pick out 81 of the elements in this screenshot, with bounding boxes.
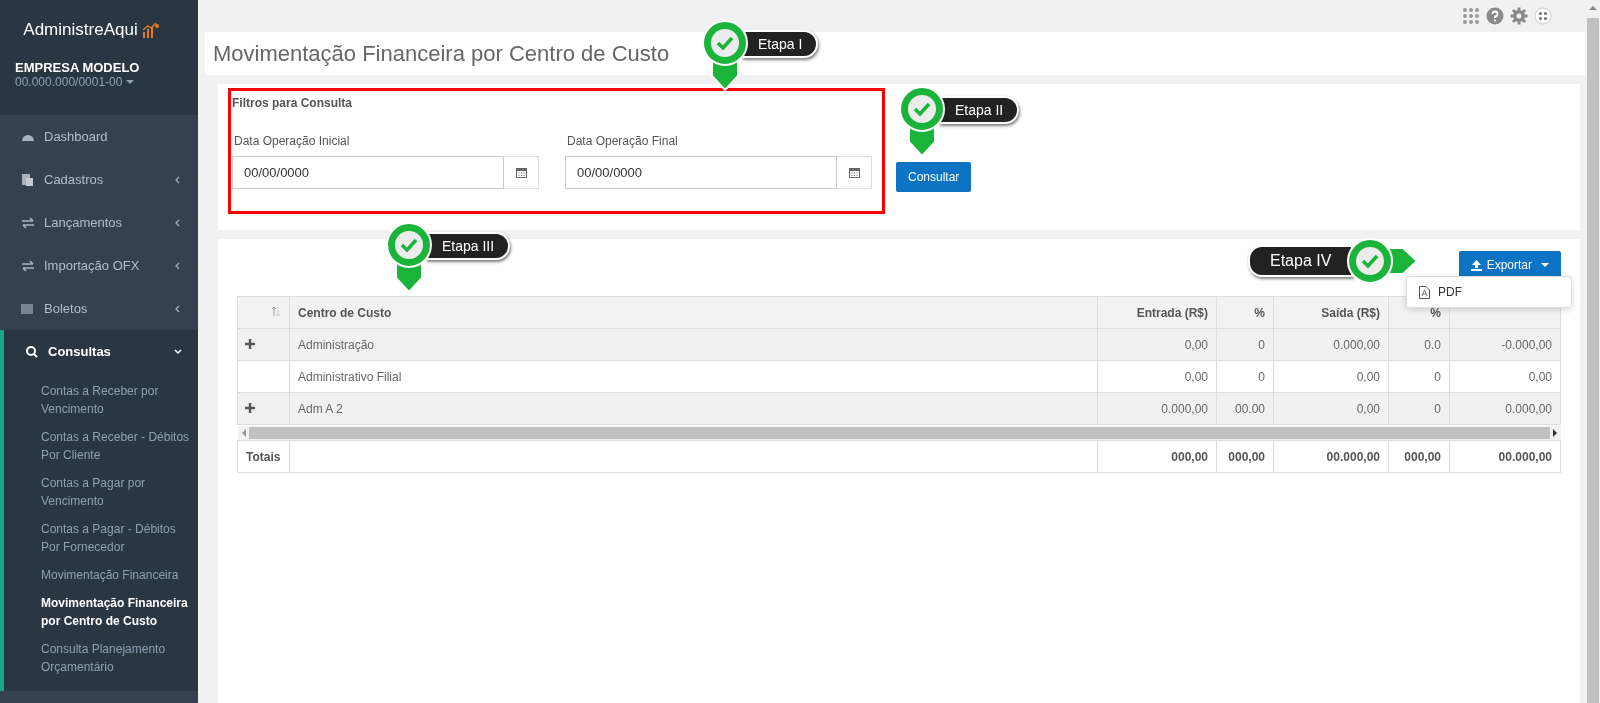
page-title: Movimentação Financeira por Centro de Custo [213, 40, 670, 67]
submenu-item[interactable]: Movimentação Financeira [4, 561, 198, 589]
table-cell: 0,00 [1097, 328, 1217, 361]
chevron-down-icon [174, 347, 182, 356]
submenu-item[interactable]: Contas a Receber - Débitos Por Cliente [4, 423, 198, 469]
horizontal-scrollbar[interactable] [237, 425, 1561, 440]
table-cell: 0,00 [1097, 360, 1217, 393]
calendar-icon [848, 167, 860, 178]
apps-grid-icon[interactable] [1462, 7, 1480, 25]
submenu-item[interactable]: Movimentação Financeira por Centro de Custo [4, 589, 198, 635]
total-cell: 000,00 [1388, 440, 1450, 473]
transfer-arrows-icon [21, 259, 35, 272]
pdf-menu-item[interactable]: PDF [1419, 285, 1559, 299]
menu-item[interactable]: Importação OFX [0, 244, 198, 287]
table-cell: 0,00 [1449, 360, 1561, 393]
table-cell: 0 [1216, 360, 1274, 393]
company-selector[interactable]: 00.000.000/0001-00 [15, 75, 198, 89]
field-label: Data Operação Final [566, 134, 679, 148]
table-cell: 0.000,00 [1097, 392, 1217, 425]
menu-item[interactable]: Lançamentos [0, 201, 198, 244]
expand-plus-icon[interactable] [245, 338, 255, 349]
chart-logo-icon [141, 22, 160, 38]
table-cell: 0.000,00 [1449, 392, 1561, 425]
table-cell: Adm A 2 [289, 392, 1098, 425]
step-label: Etapa III [426, 232, 511, 260]
chevron-left-icon [174, 261, 182, 270]
table-cell: 0,00 [1273, 392, 1389, 425]
menu-item[interactable]: Cadastros [0, 158, 198, 201]
column-header[interactable]: % [1216, 296, 1274, 329]
chevron-left-icon [174, 304, 182, 313]
column-header[interactable]: Centro de Custo [289, 296, 1098, 329]
consult-button[interactable]: Consultar [896, 162, 972, 192]
documents-icon [21, 173, 35, 186]
expand-plus-icon[interactable] [245, 402, 255, 413]
settings-icon[interactable] [1510, 7, 1528, 25]
dots-menu-icon[interactable] [1534, 7, 1552, 25]
calendar-button[interactable] [837, 156, 872, 189]
table-cell: 0.0 [1388, 328, 1450, 361]
field-label: Data Operação Inicial [233, 134, 351, 148]
step-label: Etapa I [742, 30, 819, 58]
pdf-file-icon [1419, 285, 1430, 299]
total-cell: 000,00 [1097, 440, 1217, 473]
submenu-item[interactable]: Consulta Planejamento Orçamentário [4, 635, 198, 681]
date-input-field[interactable]: 00/00/0000 [232, 156, 504, 189]
table-cell: Administrativo Filial [289, 360, 1098, 393]
column-header[interactable]: Saída (R$) [1273, 296, 1389, 329]
help-icon[interactable] [1486, 7, 1504, 25]
submenu-item[interactable]: Contas a Pagar por Vencimento [4, 469, 198, 515]
table-cell: 0.000,00 [1273, 328, 1389, 361]
submenu-item[interactable]: Contas a Receber por Vencimento [4, 377, 198, 423]
calendar-icon [515, 167, 527, 178]
table-cell: -0.000,00 [1449, 328, 1561, 361]
chevron-left-icon [174, 218, 182, 227]
submenu-item[interactable]: Contas a Pagar - Débitos Por Fornecedor [4, 515, 198, 561]
calendar-button[interactable] [504, 156, 539, 189]
step-label: Etapa II [939, 96, 1020, 124]
step-label: Etapa IV [1248, 245, 1354, 277]
menu-item[interactable]: Boletos [0, 287, 198, 330]
totals-label: Totais [237, 440, 290, 473]
table-cell: 00.00 [1216, 392, 1274, 425]
table-cell: Administração [289, 328, 1098, 361]
table-cell: 0 [1216, 328, 1274, 361]
export-button[interactable]: Exportar [1458, 251, 1561, 279]
table-cell: 0 [1388, 392, 1450, 425]
table-cell: 0,00 [1273, 360, 1389, 393]
company-name: EMPRESA MODELO [15, 60, 141, 75]
upload-icon [1470, 259, 1482, 271]
chevron-left-icon [174, 175, 182, 184]
date-input-field[interactable]: 00/00/0000 [565, 156, 837, 189]
sort-arrows-icon [271, 305, 281, 317]
table-cell: 0 [1388, 360, 1450, 393]
menu-item[interactable]: Dashboard [0, 115, 198, 158]
column-header[interactable]: Entrada (R$) [1097, 296, 1217, 329]
transfer-arrows-icon [21, 216, 35, 229]
filter-title: Filtros para Consulta [232, 96, 354, 110]
total-cell: 00.000,00 [1273, 440, 1389, 473]
total-cell: 00.000,00 [1449, 440, 1561, 473]
brand-logo-text: AdministreAqui [23, 20, 138, 40]
search-icon [25, 345, 39, 358]
menu-item[interactable]: Consultas [0, 330, 198, 373]
total-cell: 000,00 [1216, 440, 1274, 473]
